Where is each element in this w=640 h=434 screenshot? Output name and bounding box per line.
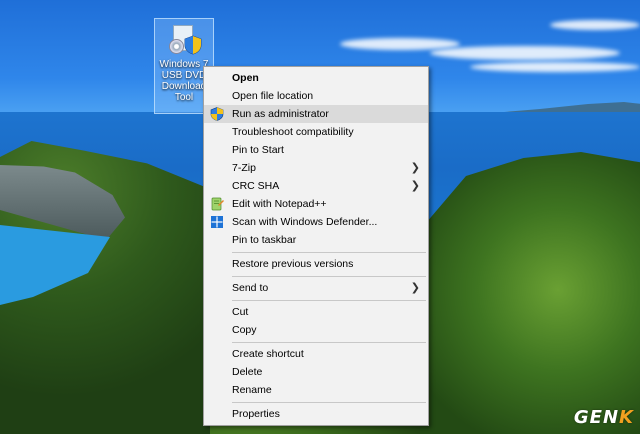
watermark-logo: GENK [573, 407, 634, 428]
menu-item-properties[interactable]: Properties [204, 405, 428, 423]
menu-item-copy[interactable]: Copy [204, 321, 428, 339]
menu-separator [232, 275, 426, 277]
menu-separator [232, 341, 426, 343]
uac-shield-icon [210, 107, 224, 121]
menu-item-delete[interactable]: Delete [204, 363, 428, 381]
menu-item-pin-to-start[interactable]: Pin to Start [204, 141, 428, 159]
cloud [340, 38, 460, 50]
menu-item-restore-previous-versions[interactable]: Restore previous versions [204, 255, 428, 273]
menu-item-troubleshoot-compatibility[interactable]: Troubleshoot compatibility [204, 123, 428, 141]
menu-item-open[interactable]: Open [204, 69, 428, 87]
menu-separator [232, 251, 426, 253]
menu-item-run-as-administrator[interactable]: Run as administrator [204, 105, 428, 123]
menu-item-pin-to-taskbar[interactable]: Pin to taskbar [204, 231, 428, 249]
cloud [430, 46, 620, 60]
windows-defender-icon [211, 216, 223, 228]
menu-item-cut[interactable]: Cut [204, 303, 428, 321]
chevron-right-icon: ❯ [410, 162, 420, 174]
menu-item-label: Copy [232, 324, 257, 336]
menu-item-label: Restore previous versions [232, 258, 354, 270]
context-menu: Open Open file location Run as administr… [203, 66, 429, 426]
menu-item-crc-sha[interactable]: CRC SHA ❯ [204, 177, 428, 195]
menu-item-label: CRC SHA [232, 180, 280, 192]
menu-item-create-shortcut[interactable]: Create shortcut [204, 345, 428, 363]
menu-item-send-to[interactable]: Send to ❯ [204, 279, 428, 297]
menu-item-label: Troubleshoot compatibility [232, 126, 354, 138]
uac-shield-icon [184, 35, 202, 55]
menu-item-label: Scan with Windows Defender... [232, 216, 378, 228]
menu-item-scan-with-windows-defender[interactable]: Scan with Windows Defender... [204, 213, 428, 231]
menu-item-label: Delete [232, 366, 263, 378]
menu-item-label: Create shortcut [232, 348, 304, 360]
notepad-plus-plus-icon [211, 197, 224, 211]
application-icon [167, 23, 202, 57]
cloud [470, 62, 640, 72]
menu-item-label: Pin to Start [232, 144, 284, 156]
menu-item-label: Edit with Notepad++ [232, 198, 327, 210]
chevron-right-icon: ❯ [410, 282, 420, 294]
menu-item-label: 7-Zip [232, 162, 256, 174]
menu-item-label: Pin to taskbar [232, 234, 297, 246]
menu-item-label: Open [232, 72, 259, 84]
menu-item-label: Open file location [232, 90, 314, 102]
menu-item-open-file-location[interactable]: Open file location [204, 87, 428, 105]
menu-item-label: Properties [232, 408, 280, 420]
menu-item-rename[interactable]: Rename [204, 381, 428, 399]
cloud [550, 20, 640, 30]
menu-item-7-zip[interactable]: 7-Zip ❯ [204, 159, 428, 177]
menu-separator [232, 299, 426, 301]
menu-item-label: Run as administrator [232, 108, 329, 120]
menu-separator [232, 401, 426, 403]
menu-item-edit-with-notepad-plus-plus[interactable]: Edit with Notepad++ [204, 195, 428, 213]
menu-item-label: Send to [232, 282, 269, 294]
menu-item-label: Cut [232, 306, 249, 318]
chevron-right-icon: ❯ [410, 180, 420, 192]
menu-item-label: Rename [232, 384, 272, 396]
